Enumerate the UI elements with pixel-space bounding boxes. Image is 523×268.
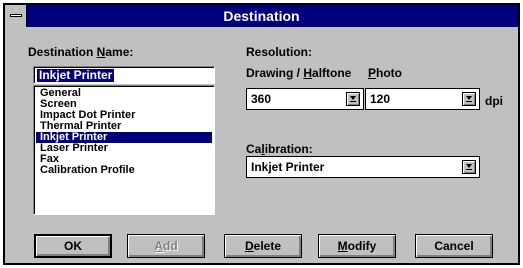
calibration-label: Calibration: — [246, 142, 313, 156]
destination-dialog: Destination Destination Name: Inkjet Pri… — [3, 3, 520, 265]
destination-name-label: Destination Name: — [28, 45, 134, 59]
title-bar: Destination — [5, 5, 518, 27]
dpi-unit-label: dpi — [485, 94, 503, 108]
photo-value: 120 — [370, 92, 391, 106]
cancel-button[interactable]: Cancel — [415, 234, 493, 258]
window-title: Destination — [223, 8, 300, 24]
delete-button[interactable]: Delete — [224, 234, 302, 258]
system-menu-icon — [10, 14, 22, 17]
destination-name-value: Inkjet Printer — [37, 68, 115, 82]
drawing-halftone-dropdown[interactable]: 360 — [246, 88, 364, 110]
drawing-halftone-value: 360 — [251, 92, 272, 106]
system-menu-button[interactable] — [5, 5, 27, 27]
drawing-halftone-label: Drawing / Halftone — [246, 66, 352, 80]
calibration-value: Inkjet Printer — [251, 160, 325, 174]
add-button[interactable]: Add — [127, 234, 205, 258]
destination-list[interactable]: General Screen Impact Dot Printer Thermal P… — [33, 85, 215, 215]
list-item[interactable]: Calibration Profile — [36, 165, 212, 176]
photo-label: Photo — [368, 66, 403, 80]
ok-button[interactable]: OK — [34, 234, 112, 258]
dropdown-arrow-icon[interactable] — [462, 160, 476, 174]
destination-name-input[interactable]: Inkjet Printer — [33, 66, 215, 84]
dropdown-arrow-icon[interactable] — [462, 92, 476, 106]
list-item[interactable]: Laser Printer — [36, 143, 212, 154]
modify-button[interactable]: Modify — [318, 234, 396, 258]
calibration-dropdown[interactable]: Inkjet Printer — [246, 156, 480, 178]
resolution-label: Resolution: — [246, 45, 312, 59]
dropdown-arrow-icon[interactable] — [346, 92, 360, 106]
photo-dropdown[interactable]: 120 — [365, 88, 480, 110]
